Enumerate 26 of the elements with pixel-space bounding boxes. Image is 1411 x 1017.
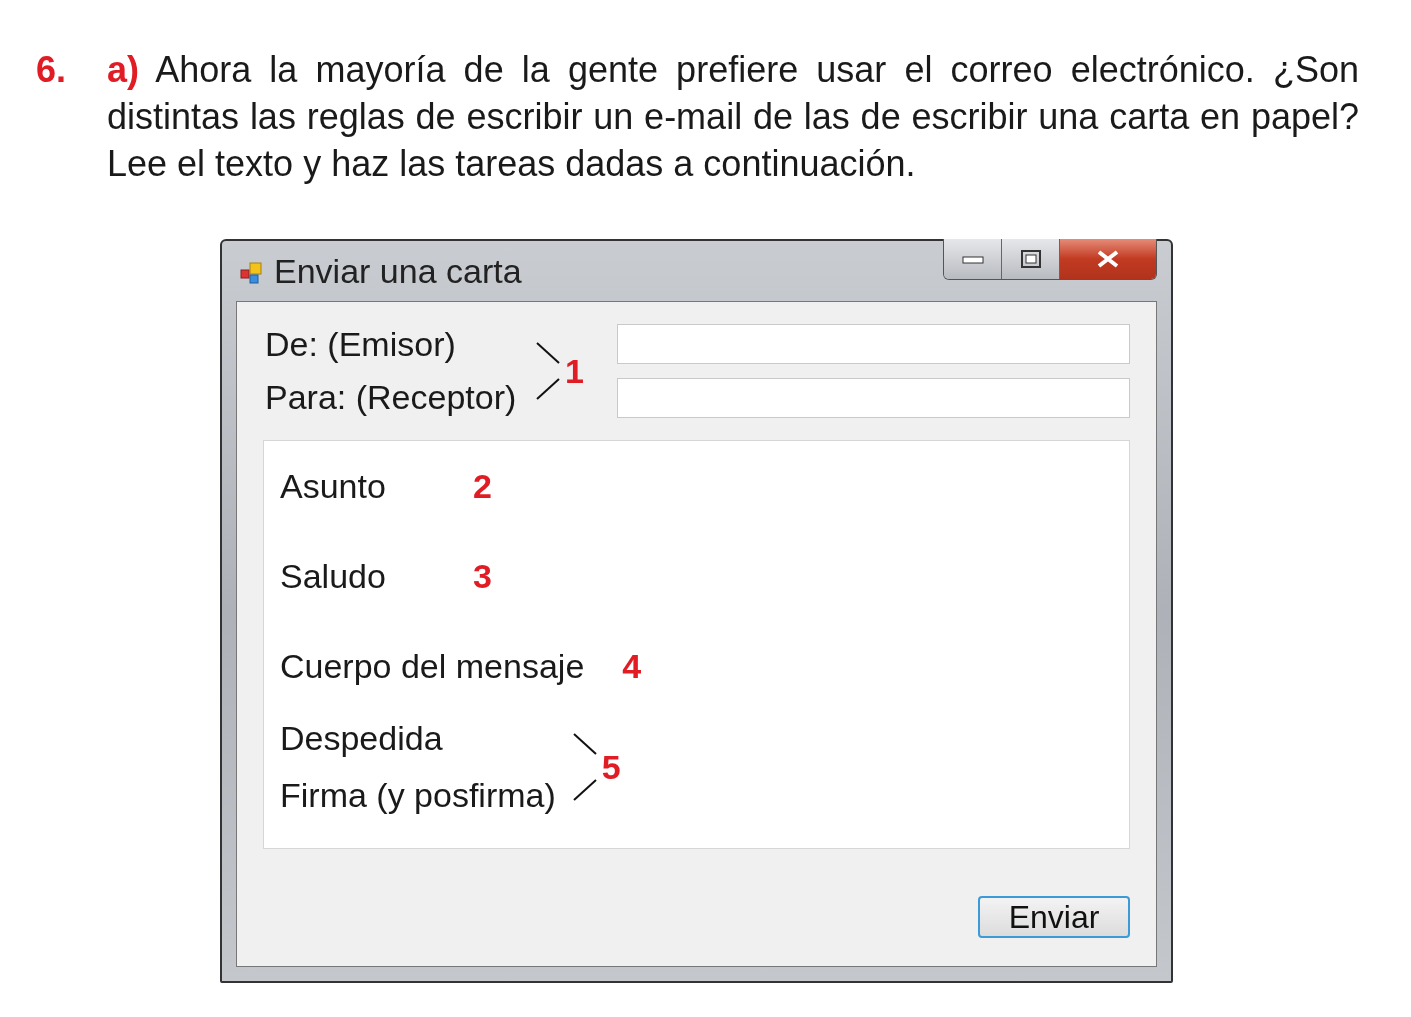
number-label: 1 (565, 351, 584, 391)
input-field[interactable] (617, 324, 1130, 364)
section-label: Saludo (280, 556, 387, 596)
number-label: 5 (601, 747, 621, 787)
field-label: Para: (Receptor) (265, 378, 518, 417)
exercise-number: 6. (36, 48, 68, 92)
section-label: Firma (y posfirma) (280, 776, 556, 815)
number-label: 3 (473, 556, 492, 596)
section-label: Cuerpo del mensaje (280, 646, 585, 686)
minimize-button[interactable] (944, 239, 1002, 279)
input-field[interactable] (617, 378, 1130, 418)
section-label: Asunto (280, 466, 387, 506)
maximize-icon (1020, 250, 1041, 268)
field-label: De: (Emisor) (265, 325, 457, 364)
send-button[interactable]: Enviar (978, 896, 1130, 938)
window-title: Enviar una carta (274, 251, 522, 291)
number-label: 4 (622, 646, 642, 686)
minimize-icon (961, 254, 984, 264)
maximize-button[interactable] (1002, 239, 1060, 279)
number-label: 2 (473, 466, 492, 506)
close-icon (1096, 250, 1120, 268)
bracket-drawing (571, 732, 598, 802)
exercise-text: a) Ahora la mayoría de la gente prefiere usar el correo electrónico. ¿Son distintas las reglas de escribir un e-mail de las de escribir una carta en papel? Lee el texto y haz las tareas dadas a continuación. (107, 48, 1359, 186)
close-button[interactable] (1060, 239, 1156, 279)
bracket-drawing (535, 341, 561, 401)
section-label: Despedida (280, 719, 444, 758)
